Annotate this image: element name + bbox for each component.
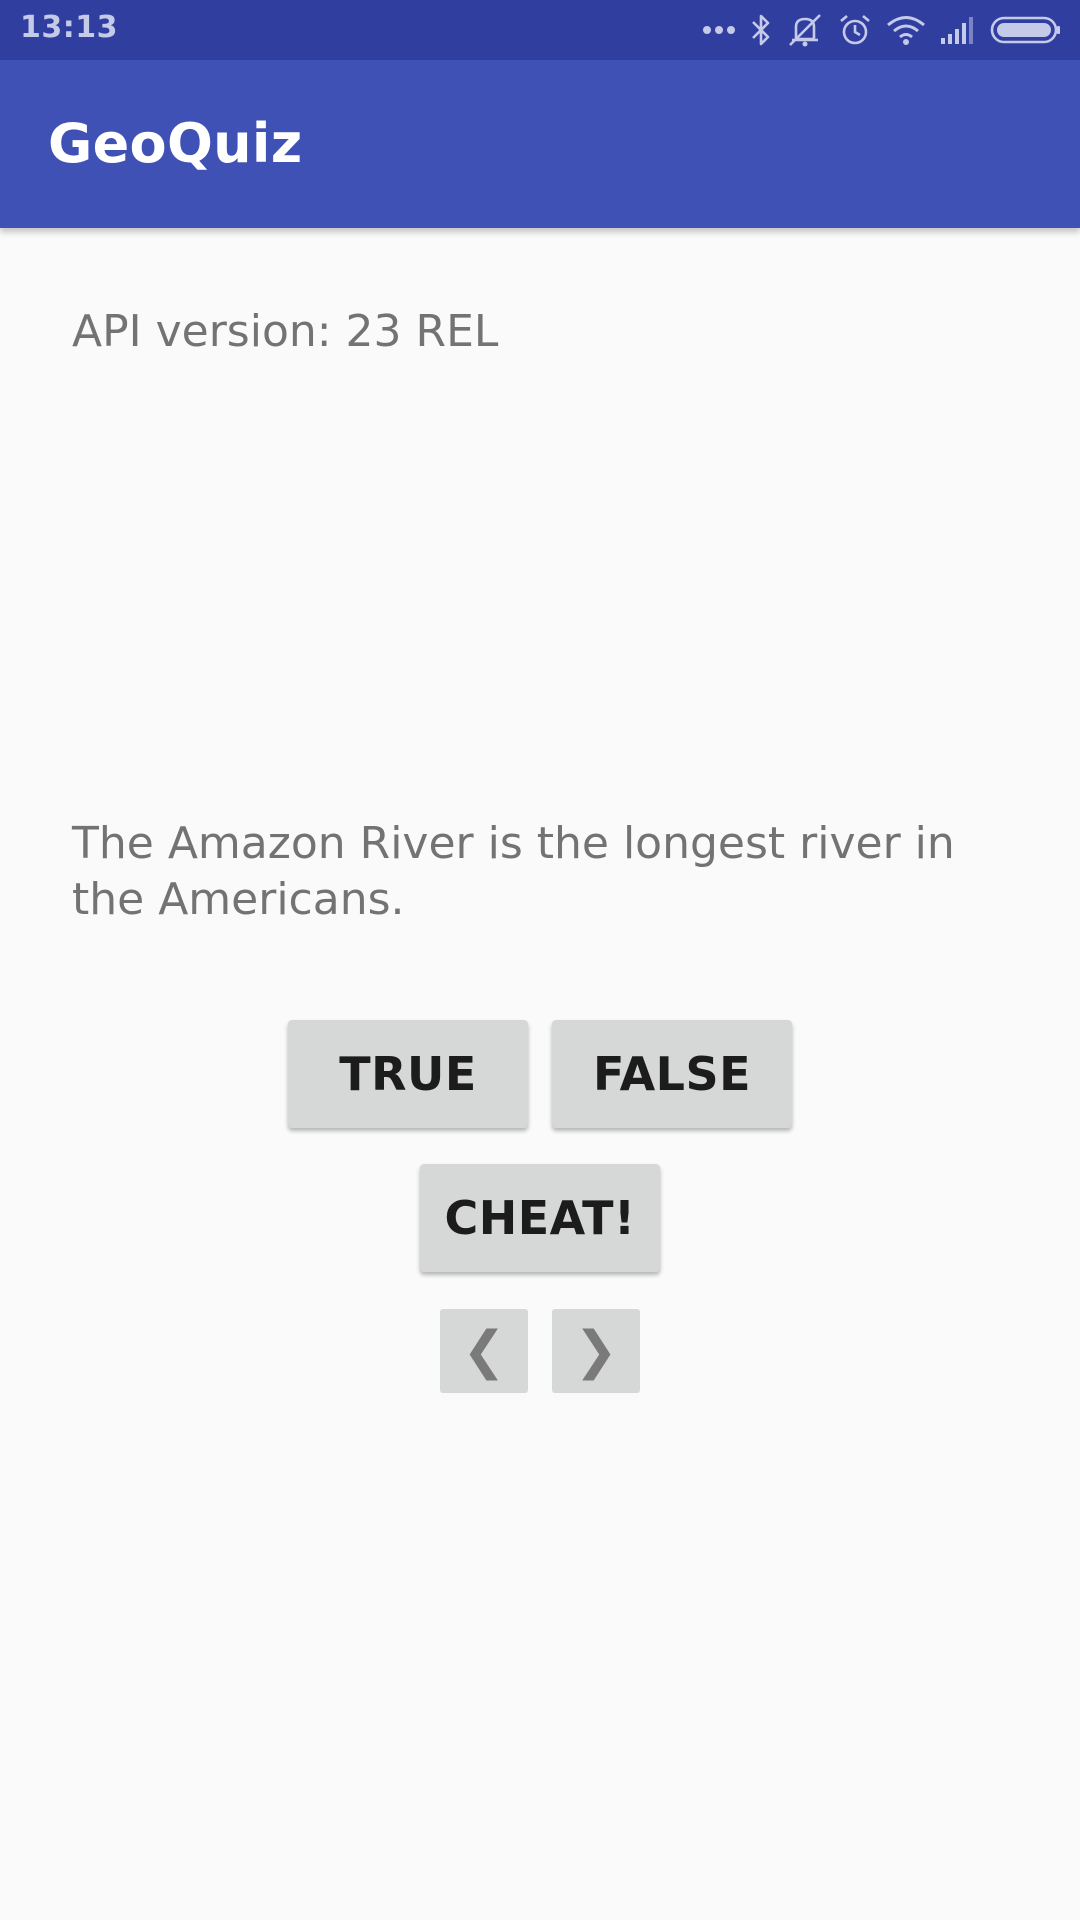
app-bar: GeoQuiz [0,60,1080,228]
api-version-label: API version: 23 REL [72,306,499,357]
battery-icon [990,15,1062,45]
status-bar: 13:13 [0,0,1080,60]
status-icons [688,8,1062,52]
vibrate-off-icon [786,13,824,47]
app-title: GeoQuiz [48,112,303,175]
wifi-icon [886,14,926,46]
signal-icon [940,16,976,44]
false-button[interactable]: FALSE [552,1020,792,1128]
bluetooth-icon [750,13,772,47]
more-dots-icon [702,25,736,35]
true-button[interactable]: TRUE [288,1020,528,1128]
alarm-icon [838,13,872,47]
question-text: The Amazon River is the longest river in… [72,818,955,925]
next-button[interactable]: ❯ [552,1309,640,1393]
chevron-right-icon: ❯ [574,1321,618,1381]
cheat-button[interactable]: CHEAT! [420,1164,660,1272]
chevron-left-icon: ❮ [462,1321,506,1381]
prev-button[interactable]: ❮ [440,1309,528,1393]
status-time: 13:13 [20,10,118,45]
